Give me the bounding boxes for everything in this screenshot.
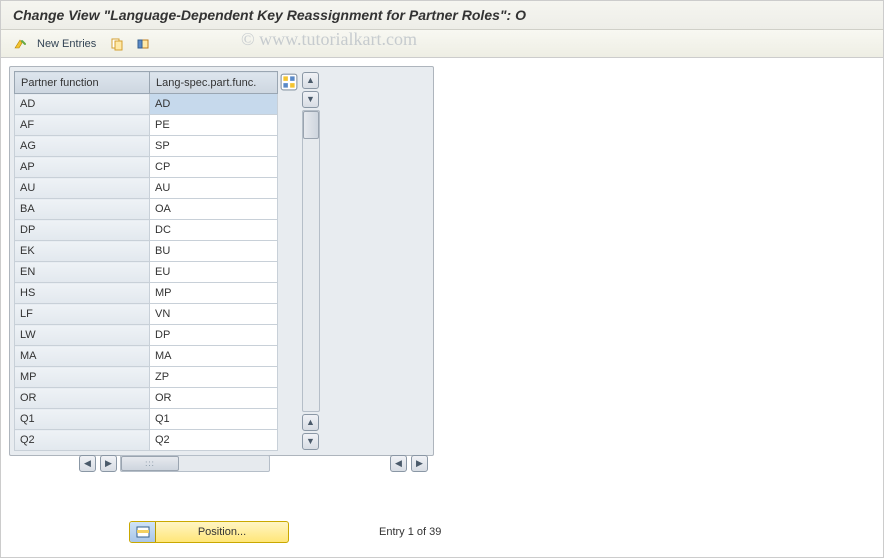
scroll-right-button-right[interactable]: ▶ xyxy=(411,455,428,472)
table-row[interactable]: HSMP xyxy=(15,283,278,304)
table-row[interactable]: AGSP xyxy=(15,136,278,157)
table-container: Partner function Lang-spec.part.func. AD… xyxy=(9,66,434,456)
delimit-icon[interactable] xyxy=(132,34,154,54)
cell-ls[interactable]: PE xyxy=(150,115,278,136)
cell-ls[interactable]: CP xyxy=(150,157,278,178)
table-row[interactable]: DPDC xyxy=(15,220,278,241)
cell-pf: MP xyxy=(15,367,150,388)
cell-pf: AD xyxy=(15,94,150,115)
content-area: Partner function Lang-spec.part.func. AD… xyxy=(1,58,883,514)
page-title: Change View "Language-Dependent Key Reas… xyxy=(1,1,883,30)
vertical-scrollbar[interactable]: ▲ ▼ ▲ ▼ xyxy=(302,71,320,451)
cell-ls[interactable]: VN xyxy=(150,304,278,325)
table-row[interactable]: APCP xyxy=(15,157,278,178)
copy-icon[interactable] xyxy=(106,34,128,54)
cell-pf: EN xyxy=(15,262,150,283)
scroll-track-vertical[interactable] xyxy=(302,110,320,412)
table-row[interactable]: MAMA xyxy=(15,346,278,367)
toggle-icon[interactable] xyxy=(9,34,31,54)
cell-ls[interactable]: SP xyxy=(150,136,278,157)
scroll-track-horizontal[interactable]: ::: xyxy=(120,455,270,472)
scroll-left-button[interactable]: ◀ xyxy=(79,455,96,472)
scroll-right-button[interactable]: ▶ xyxy=(100,455,117,472)
table-row[interactable]: AUAU xyxy=(15,178,278,199)
data-table: Partner function Lang-spec.part.func. AD… xyxy=(14,71,278,451)
column-header-lang-spec[interactable]: Lang-spec.part.func. xyxy=(150,72,278,94)
table-row[interactable]: BAOA xyxy=(15,199,278,220)
toolbar: New Entries xyxy=(1,30,883,58)
cell-pf: AP xyxy=(15,157,150,178)
table-row[interactable]: Q1Q1 xyxy=(15,409,278,430)
cell-ls[interactable]: DC xyxy=(150,220,278,241)
scroll-up-button-bottom[interactable]: ▲ xyxy=(302,414,319,431)
table-row[interactable]: EKBU xyxy=(15,241,278,262)
horizontal-scrollbar[interactable]: ◀ ▶ ::: ◀ ▶ xyxy=(21,455,429,472)
cell-pf: AF xyxy=(15,115,150,136)
cell-pf: AG xyxy=(15,136,150,157)
cell-pf: BA xyxy=(15,199,150,220)
table-row[interactable]: ENEU xyxy=(15,262,278,283)
cell-pf: LW xyxy=(15,325,150,346)
new-entries-button[interactable]: New Entries xyxy=(35,38,102,50)
table-row[interactable]: AFPE xyxy=(15,115,278,136)
cell-pf: LF xyxy=(15,304,150,325)
cell-ls[interactable]: OR xyxy=(150,388,278,409)
column-header-partner-function[interactable]: Partner function xyxy=(15,72,150,94)
cell-ls[interactable]: MA xyxy=(150,346,278,367)
cell-ls[interactable]: AU xyxy=(150,178,278,199)
cell-pf: Q2 xyxy=(15,430,150,451)
table-row[interactable]: LWDP xyxy=(15,325,278,346)
cell-ls[interactable]: DP xyxy=(150,325,278,346)
cell-pf: OR xyxy=(15,388,150,409)
scroll-up-button[interactable]: ▲ xyxy=(302,72,319,89)
table-row[interactable]: ADAD xyxy=(15,94,278,115)
cell-pf: EK xyxy=(15,241,150,262)
position-icon xyxy=(130,522,156,542)
cell-ls[interactable]: BU xyxy=(150,241,278,262)
scroll-down-button[interactable]: ▼ xyxy=(302,91,319,108)
cell-pf: AU xyxy=(15,178,150,199)
entry-counter: Entry 1 of 39 xyxy=(379,526,441,538)
cell-ls[interactable]: Q1 xyxy=(150,409,278,430)
table-row[interactable]: LFVN xyxy=(15,304,278,325)
scroll-down-button-bottom[interactable]: ▼ xyxy=(302,433,319,450)
table-row[interactable]: Q2Q2 xyxy=(15,430,278,451)
cell-ls[interactable]: EU xyxy=(150,262,278,283)
cell-ls[interactable]: MP xyxy=(150,283,278,304)
cell-ls[interactable]: ZP xyxy=(150,367,278,388)
scroll-left-button-right[interactable]: ◀ xyxy=(390,455,407,472)
table-row[interactable]: OROR xyxy=(15,388,278,409)
cell-pf: MA xyxy=(15,346,150,367)
position-button[interactable]: Position... xyxy=(129,521,289,543)
scroll-thumb-vertical[interactable] xyxy=(303,111,319,139)
scroll-thumb-horizontal[interactable]: ::: xyxy=(121,456,179,471)
footer-bar: Position... Entry 1 of 39 xyxy=(1,521,883,543)
cell-ls[interactable]: AD xyxy=(150,94,278,115)
cell-ls[interactable]: OA xyxy=(150,199,278,220)
position-button-label: Position... xyxy=(156,526,288,538)
cell-pf: HS xyxy=(15,283,150,304)
cell-pf: Q1 xyxy=(15,409,150,430)
table-row[interactable]: MPZP xyxy=(15,367,278,388)
cell-ls[interactable]: Q2 xyxy=(150,430,278,451)
cell-pf: DP xyxy=(15,220,150,241)
table-settings-icon[interactable] xyxy=(280,73,298,91)
